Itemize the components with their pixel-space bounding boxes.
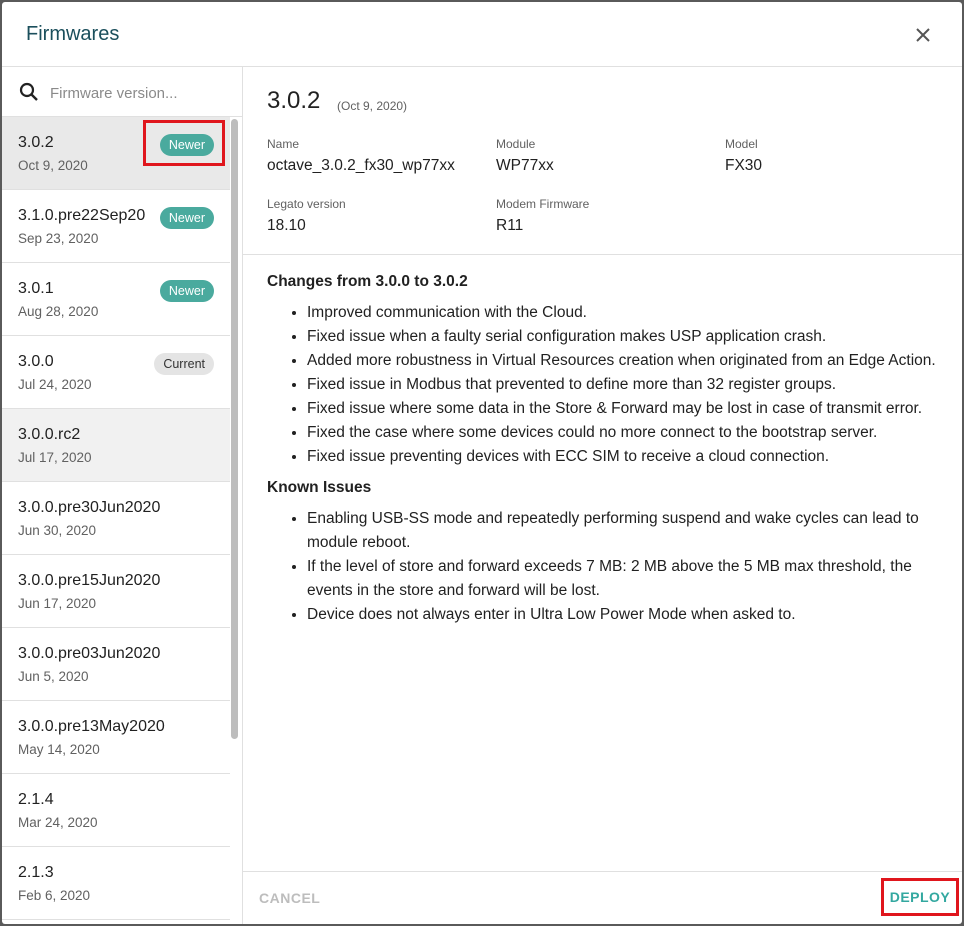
search-input[interactable]	[48, 80, 232, 106]
dialog-header: Firmwares	[2, 2, 962, 67]
list-item: If the level of store and forward exceed…	[307, 555, 937, 603]
changes-list: Improved communication with the Cloud. F…	[267, 301, 937, 469]
list-item[interactable]: 3.0.2 Oct 9, 2020 Newer	[2, 117, 230, 190]
scrollbar[interactable]	[231, 119, 238, 739]
known-issues-list: Enabling USB-SS mode and repeatedly perf…	[267, 507, 937, 627]
list-item: Device does not always enter in Ultra Lo…	[307, 603, 937, 627]
firmware-sidebar: 3.0.2 Oct 9, 2020 Newer 3.1.0.pre22Sep20…	[2, 67, 243, 924]
cancel-button[interactable]: CANCEL	[259, 890, 320, 906]
list-item: Fixed issue when a faulty serial configu…	[307, 325, 937, 349]
firmware-version: 3.0.1	[18, 280, 54, 297]
field-model: Model FX30	[725, 137, 762, 175]
firmware-detail: 3.0.2 (Oct 9, 2020) Name octave_3.0.2_fx…	[243, 67, 962, 924]
firmwares-dialog: Firmwares 3.0.2 Oct 9, 2020 Newer 3.1.0.…	[2, 2, 962, 924]
list-item: Fixed issue in Modbus that prevented to …	[307, 373, 937, 397]
changes-heading: Changes from 3.0.0 to 3.0.2	[267, 273, 468, 290]
firmware-date: Jun 5, 2020	[18, 669, 89, 684]
known-issues-heading: Known Issues	[267, 479, 372, 496]
deploy-button[interactable]: DEPLOY	[881, 878, 959, 916]
list-item[interactable]: 3.0.0 Jul 24, 2020 Current	[2, 336, 230, 409]
firmware-date: Jul 24, 2020	[18, 377, 92, 392]
firmware-date: Mar 24, 2020	[18, 815, 98, 830]
field-modem-firmware: Modem Firmware R11	[496, 197, 589, 235]
list-item: Improved communication with the Cloud.	[307, 301, 937, 325]
list-item[interactable]: 3.0.1 Aug 28, 2020 Newer	[2, 263, 230, 336]
firmware-date: Sep 23, 2020	[18, 231, 99, 246]
dialog-title: Firmwares	[26, 23, 120, 45]
field-label: Legato version	[267, 197, 346, 211]
list-item[interactable]: 3.0.0.pre13May2020 May 14, 2020	[2, 701, 230, 774]
list-item: Fixed the case where some devices could …	[307, 421, 937, 445]
field-module: Module WP77xx	[496, 137, 554, 175]
firmware-list: 3.0.2 Oct 9, 2020 Newer 3.1.0.pre22Sep20…	[2, 117, 230, 920]
field-name: Name octave_3.0.2_fx30_wp77xx	[267, 137, 455, 175]
list-item[interactable]: 3.0.0.pre30Jun2020 Jun 30, 2020	[2, 482, 230, 555]
firmware-version: 3.0.0.pre15Jun2020	[18, 572, 161, 589]
field-value: FX30	[725, 157, 763, 174]
field-label: Module	[496, 137, 536, 151]
firmware-date: Oct 9, 2020	[18, 158, 88, 173]
field-value: octave_3.0.2_fx30_wp77xx	[267, 157, 455, 174]
firmware-date: Jul 17, 2020	[18, 450, 92, 465]
status-badge: Current	[154, 353, 214, 375]
status-badge: Newer	[159, 280, 214, 302]
list-item: Fixed issue preventing devices with ECC …	[307, 445, 937, 469]
field-value: R11	[496, 217, 524, 234]
release-notes: Changes from 3.0.0 to 3.0.2 Improved com…	[267, 273, 937, 637]
list-item[interactable]: 2.1.4 Mar 24, 2020	[2, 774, 230, 847]
firmware-date: Jun 17, 2020	[18, 596, 97, 611]
field-label: Name	[267, 137, 300, 151]
status-badge: Newer	[159, 207, 214, 229]
search-bar	[2, 67, 242, 117]
field-label: Model	[725, 137, 758, 151]
firmware-date: Feb 6, 2020	[18, 888, 91, 903]
firmware-version: 3.1.0.pre22Sep20	[18, 207, 146, 224]
highlight-box	[143, 120, 225, 166]
firmware-version: 3.0.0	[18, 353, 54, 370]
list-item: Added more robustness in Virtual Resourc…	[307, 349, 937, 373]
list-item[interactable]: 3.0.0.pre15Jun2020 Jun 17, 2020	[2, 555, 230, 628]
field-value: WP77xx	[496, 157, 554, 174]
field-value: 18.10	[267, 217, 306, 234]
firmware-date: Jun 30, 2020	[18, 523, 97, 538]
detail-date: (Oct 9, 2020)	[337, 99, 408, 113]
close-icon[interactable]	[910, 22, 936, 48]
field-label: Modem Firmware	[496, 197, 590, 211]
field-legato-version: Legato version 18.10	[267, 197, 346, 235]
firmware-version: 3.0.0.pre13May2020	[18, 718, 165, 735]
firmware-version: 3.0.0.pre30Jun2020	[18, 499, 161, 516]
detail-header: 3.0.2 (Oct 9, 2020) Name octave_3.0.2_fx…	[243, 67, 962, 255]
list-item[interactable]: 2.1.3 Feb 6, 2020	[2, 847, 230, 920]
firmware-date: Aug 28, 2020	[18, 304, 99, 319]
firmware-version: 3.0.0.pre03Jun2020	[18, 645, 161, 662]
list-item: Enabling USB-SS mode and repeatedly perf…	[307, 507, 937, 555]
firmware-version: 2.1.3	[18, 864, 54, 881]
detail-version: 3.0.2	[267, 87, 321, 114]
firmware-version: 3.0.2	[18, 134, 54, 151]
list-item[interactable]: 3.0.0.rc2 Jul 17, 2020	[2, 409, 230, 482]
firmware-version: 3.0.0.rc2	[18, 426, 81, 443]
firmware-version: 2.1.4	[18, 791, 54, 808]
list-item: Fixed issue where some data in the Store…	[307, 397, 937, 421]
search-icon	[18, 81, 40, 103]
list-item[interactable]: 3.0.0.pre03Jun2020 Jun 5, 2020	[2, 628, 230, 701]
firmware-date: May 14, 2020	[18, 742, 100, 757]
list-item[interactable]: 3.1.0.pre22Sep20 Sep 23, 2020 Newer	[2, 190, 230, 263]
dialog-footer: CANCEL DEPLOY	[243, 871, 962, 924]
